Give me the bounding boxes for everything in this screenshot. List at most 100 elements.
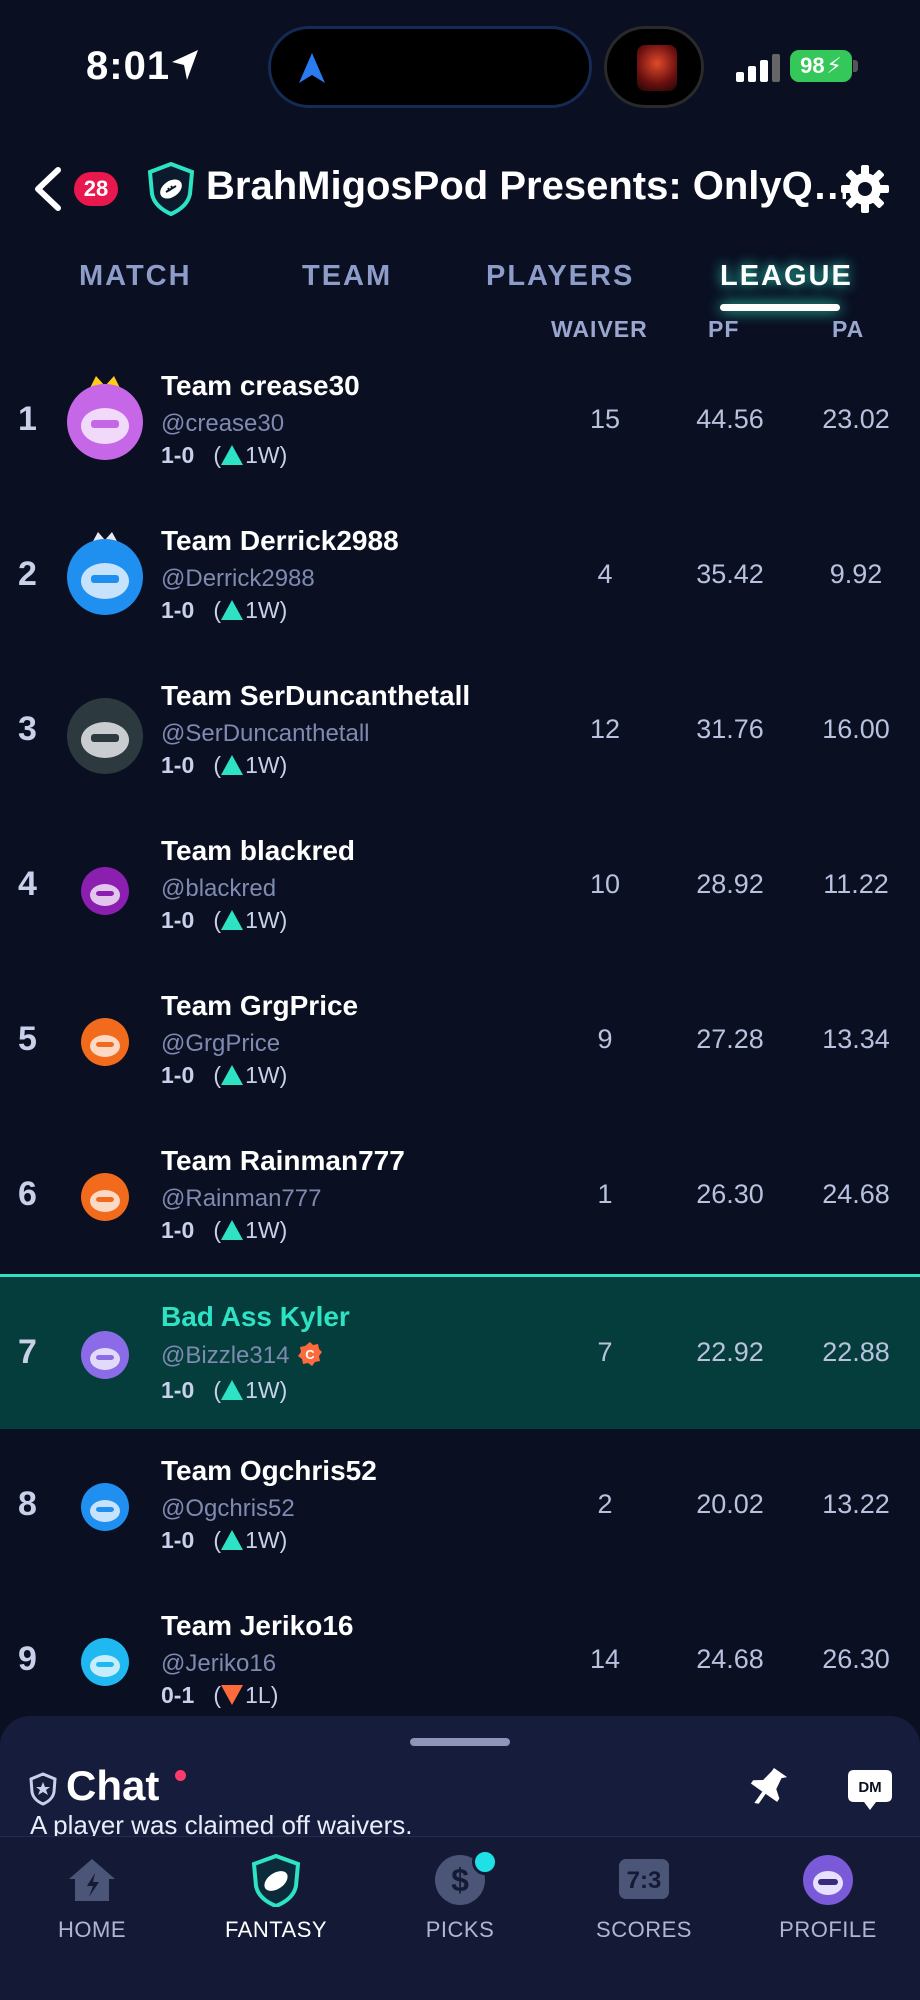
- nav-scores[interactable]: 7:3 SCORES: [574, 1853, 714, 1943]
- streak-up-icon: [221, 1065, 244, 1085]
- streak-up-icon: [221, 600, 244, 620]
- rank-number: 7: [18, 1333, 37, 1371]
- rank-number: 3: [18, 710, 37, 748]
- team-avatar-icon: [81, 1638, 129, 1686]
- team-name: Team Derrick2988: [161, 525, 399, 556]
- points-against: 22.88: [822, 1337, 890, 1367]
- league-shield-icon: [147, 162, 195, 216]
- dm-label: DM: [858, 1779, 881, 1796]
- chat-title: Chat: [66, 1762, 160, 1809]
- points-against: 24.68: [822, 1179, 890, 1209]
- waiver-priority: 4: [597, 559, 613, 589]
- tab-league[interactable]: LEAGUE: [720, 260, 853, 293]
- team-record: 1-0 (1W): [161, 1377, 288, 1403]
- points-for: 28.92: [696, 869, 764, 899]
- pin-icon[interactable]: [748, 1764, 788, 1810]
- team-handle[interactable]: @Rainman777: [161, 1185, 321, 1213]
- back-chevron-icon[interactable]: [32, 166, 64, 212]
- nav-picks[interactable]: $ PICKS: [390, 1849, 530, 1943]
- rank-number: 6: [18, 1175, 37, 1213]
- battery-nub: [853, 60, 858, 72]
- team-name: Team blackred: [161, 835, 356, 866]
- points-against: 26.30: [822, 1644, 890, 1674]
- points-against: 23.02: [822, 404, 890, 434]
- streak-up-icon: [221, 1380, 244, 1400]
- rank-number: 1: [18, 400, 37, 438]
- team-avatar-icon: [67, 376, 143, 460]
- team-name: Team Ogchris52: [161, 1455, 377, 1486]
- points-against: 11.22: [823, 869, 889, 899]
- league-title: BrahMigosPod Presents: OnlyQ…: [206, 164, 846, 208]
- standings-row[interactable]: 4 Team blackred @blackred 1-0 (1W) 10 28.92 11…: [0, 809, 920, 964]
- status-bar: 8:01 98 ⚡: [0, 0, 920, 140]
- team-handle[interactable]: @SerDuncanthetall: [161, 720, 369, 748]
- team-avatar-icon: [81, 1331, 129, 1379]
- tab-team[interactable]: TEAM: [302, 260, 392, 293]
- standings-row[interactable]: 8 Team Ogchris52 @Ogchris52 1-0 (1W) 2 20.02 1…: [0, 1429, 920, 1584]
- chat-drag-handle[interactable]: [410, 1738, 510, 1746]
- team-handle[interactable]: @Bizzle314 C: [161, 1341, 323, 1370]
- column-header-pf: PF: [708, 316, 740, 342]
- team-name: Bad Ass Kyler: [161, 1301, 350, 1332]
- nav-home[interactable]: HOME: [22, 1853, 162, 1943]
- tab-players[interactable]: PLAYERS: [486, 260, 634, 293]
- standings-row[interactable]: 3 Team SerDuncanthetall @SerDuncanthetall 1…: [0, 654, 920, 809]
- standings-row[interactable]: 1 Team crease30 @crease30 1-0 (1W) 15 44.56 23…: [0, 344, 920, 499]
- location-arrow-icon: [172, 50, 198, 80]
- rank-number: 8: [18, 1485, 37, 1523]
- team-avatar-icon: [81, 867, 129, 915]
- picks-notification-dot: [472, 1849, 498, 1875]
- streak-up-icon: [221, 755, 244, 775]
- standings-row[interactable]: 5 Team GrgPrice @GrgPrice 1-0 (1W) 9 27.28 13.…: [0, 964, 920, 1119]
- nav-picks-label: PICKS: [425, 1917, 495, 1942]
- standings-row[interactable]: 2 Team Derrick2988 @Derrick2988 1-0 (1W) 4 35…: [0, 499, 920, 654]
- notification-badge[interactable]: 28: [74, 172, 118, 206]
- team-handle[interactable]: @blackred: [161, 875, 276, 903]
- points-for: 20.02: [696, 1489, 764, 1519]
- rank-number: 5: [18, 1020, 37, 1058]
- active-tab-indicator: [720, 304, 840, 311]
- dynamic-island: [268, 26, 592, 108]
- team-avatar-icon: [81, 1483, 129, 1531]
- team-handle[interactable]: @GrgPrice: [161, 1030, 280, 1058]
- scores-icon-text: 7:3: [627, 1867, 662, 1894]
- team-handle[interactable]: @crease30: [161, 410, 284, 438]
- team-record: 1-0 (1W): [161, 1062, 288, 1088]
- chat-panel[interactable]: Chat A player was claimed off waivers. D…: [0, 1716, 920, 1840]
- column-header-pa: PA: [832, 316, 865, 342]
- column-header-waiver: WAIVER: [551, 316, 648, 342]
- home-icon: [69, 1859, 115, 1901]
- team-record: 1-0 (1W): [161, 752, 288, 778]
- battery-indicator: 98 ⚡: [790, 50, 852, 82]
- streak-up-icon: [221, 910, 244, 930]
- team-name: Team Rainman777: [161, 1145, 405, 1176]
- points-against: 9.92: [829, 559, 883, 589]
- points-against: 13.34: [822, 1024, 890, 1054]
- settings-gear-icon[interactable]: [840, 164, 890, 214]
- league-header: 28 BrahMigosPod Presents: OnlyQ…: [0, 150, 920, 230]
- fantasy-shield-icon: [251, 1853, 301, 1907]
- team-record: 0-1 (1L): [161, 1682, 279, 1708]
- team-handle[interactable]: @Derrick2988: [161, 565, 315, 593]
- points-for: 24.68: [696, 1644, 764, 1674]
- streak-up-icon: [221, 1220, 244, 1240]
- standings-row[interactable]: 6 Team Rainman777 @Rainman777 1-0 (1W) 1 26.3…: [0, 1119, 920, 1274]
- team-handle[interactable]: @Ogchris52: [161, 1495, 295, 1523]
- nav-profile-label: PROFILE: [779, 1917, 877, 1942]
- team-handle[interactable]: @Jeriko16: [161, 1650, 276, 1678]
- rank-number: 2: [18, 555, 37, 593]
- status-time: 8:01: [86, 44, 171, 88]
- app-thumbnail: [637, 45, 677, 91]
- streak-down-icon: [221, 1685, 244, 1705]
- tab-match[interactable]: MATCH: [79, 260, 192, 293]
- dm-icon[interactable]: DM: [846, 1768, 894, 1812]
- waiver-priority: 10: [589, 869, 621, 899]
- points-for: 26.30: [696, 1179, 764, 1209]
- team-name: Team SerDuncanthetall: [161, 680, 471, 711]
- nav-fantasy[interactable]: FANTASY: [206, 1853, 346, 1943]
- standings-row[interactable]: 7 Bad Ass Kyler @Bizzle314 C 1-0 (1W) 7 22.92 2…: [0, 1274, 920, 1429]
- nav-profile[interactable]: PROFILE: [758, 1853, 898, 1943]
- streak-up-icon: [221, 445, 244, 465]
- nav-home-label: HOME: [58, 1917, 126, 1942]
- battery-level: 98: [800, 53, 825, 78]
